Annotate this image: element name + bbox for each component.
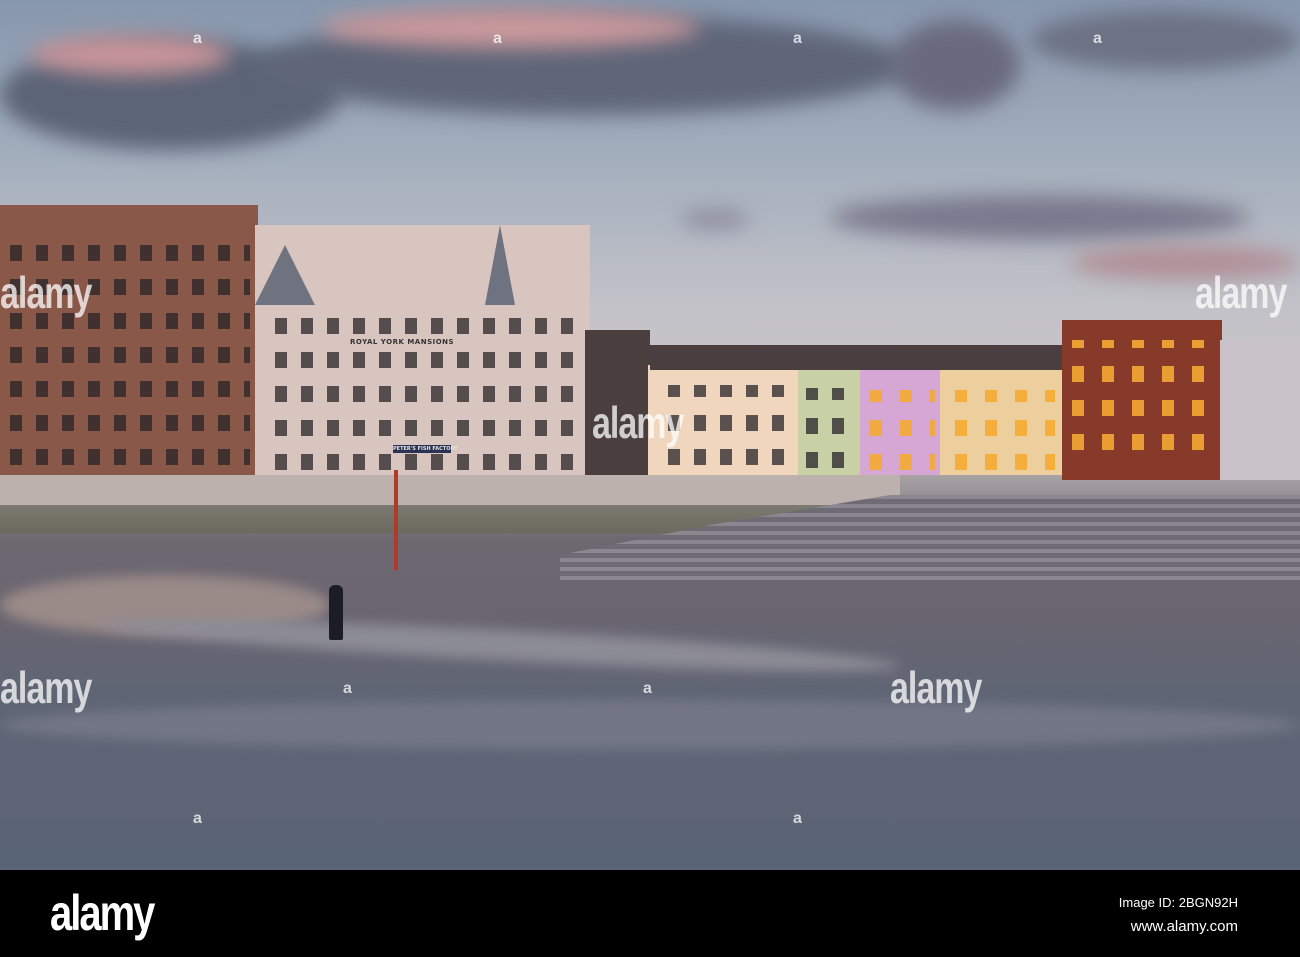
watermark-dot: a	[343, 680, 352, 697]
watermark-dot: a	[793, 30, 802, 47]
brick-building	[0, 205, 258, 475]
watermark-dot: a	[193, 30, 202, 47]
right-building	[1220, 340, 1300, 480]
marker-pole	[394, 470, 398, 570]
terrace-roof	[650, 345, 1065, 370]
green-terrace	[798, 368, 860, 475]
watermark-dot: a	[493, 30, 502, 47]
person	[329, 585, 343, 640]
wet-sand	[0, 700, 1300, 750]
watermark: alamy	[1195, 269, 1287, 319]
cloud	[830, 195, 1250, 240]
watermark: alamy	[0, 664, 92, 714]
watermark: alamy	[890, 664, 982, 714]
watermark-dot: a	[193, 810, 202, 827]
watermark-dot: a	[1093, 30, 1102, 47]
building-sign: ROYAL YORK MANSIONS	[350, 338, 455, 346]
site-url: www.alamy.com	[1130, 918, 1238, 935]
watermark: alamy	[592, 399, 684, 449]
watermark: alamy	[0, 269, 92, 319]
image-id: Image ID: 2BGN92H	[1118, 895, 1238, 910]
shop-sign: PETER'S FISH FACTORY	[393, 445, 458, 453]
alamy-logo: alamy	[50, 886, 155, 941]
watermark-dot: a	[643, 680, 652, 697]
cloud	[890, 20, 1020, 110]
cloud	[680, 210, 750, 228]
cloud	[1030, 10, 1300, 70]
red-building	[1062, 320, 1222, 480]
lilac-terrace	[860, 370, 940, 475]
white-mansion	[255, 225, 590, 475]
photo-scene: ROYAL YORK MANSIONS PETER'S FISH FACTORY…	[0, 0, 1300, 870]
cloud	[320, 8, 700, 48]
water-channel	[99, 609, 901, 681]
yellow-terrace	[940, 370, 1065, 475]
watermark-dot: a	[793, 810, 802, 827]
footer-bar	[0, 870, 1300, 957]
